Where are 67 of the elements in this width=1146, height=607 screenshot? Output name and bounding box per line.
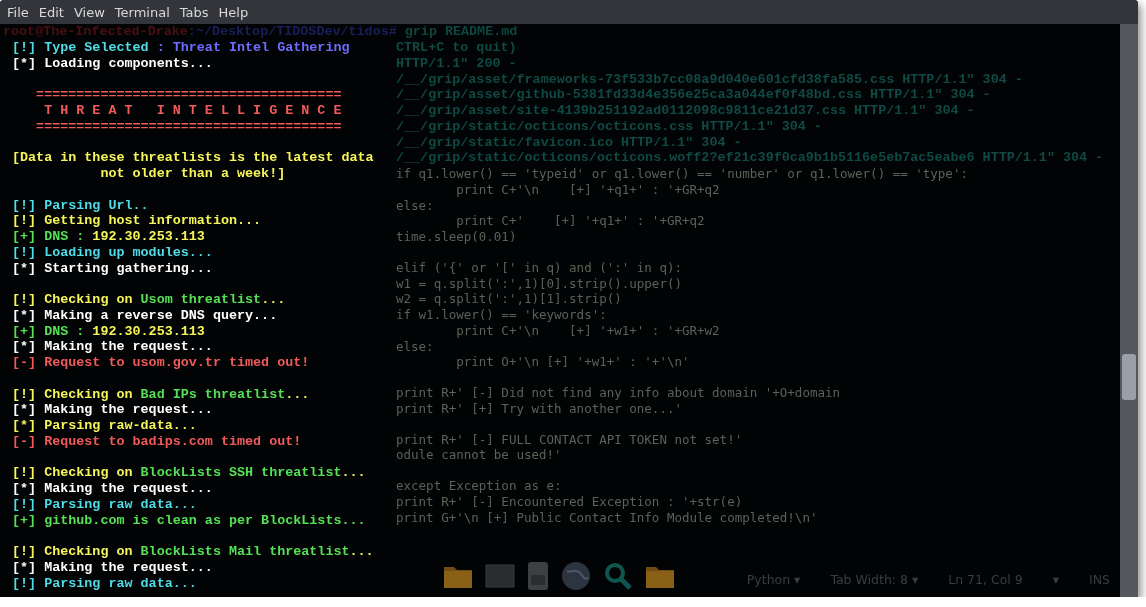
terminal-line: [+] DNS : 192.30.253.113 bbox=[12, 229, 206, 245]
terminal-line: [+] DNS : 192.30.253.113 bbox=[12, 323, 206, 340]
terminal-line: [-] Request to badips.com timed out! bbox=[12, 433, 303, 450]
server-log-line: CTRL+C to quit) bbox=[396, 40, 518, 56]
code-line: else: bbox=[396, 338, 435, 355]
code-line: w2 = q.split(':',1)[1].strip() bbox=[396, 291, 623, 307]
code-line: if q1.lower() == 'typeid' or q1.lower() == 'number' or q1.lower() == 'type': bbox=[396, 166, 969, 182]
code-line: print O+'\n [+] '+w1+' : '+'\n' bbox=[455, 354, 691, 370]
terminal-line: [!] Loading up modules... bbox=[12, 244, 214, 261]
terminal-line: ====================================== bbox=[35, 87, 343, 103]
code-line: print R+' [-] FULL CONTACT API TOKEN not set!' bbox=[396, 431, 744, 448]
code-line: print C+'\n [+] '+q1+' : '+GR+q2 bbox=[455, 181, 721, 198]
scrollbar[interactable] bbox=[1120, 24, 1138, 597]
code-line: time.sleep(0.01) bbox=[396, 229, 518, 245]
menu-item[interactable]: View bbox=[68, 4, 110, 20]
terminal-line: [*] Making the request... bbox=[12, 559, 214, 576]
terminal-line: [*] Making the request... bbox=[12, 339, 214, 355]
terminal-line: [*] Making the request... bbox=[12, 481, 214, 497]
file-cabinet-icon[interactable] bbox=[527, 561, 549, 591]
terminal-line: [*] Making the request... bbox=[12, 402, 214, 418]
menu-item[interactable]: Terminal bbox=[109, 4, 175, 20]
terminal-line: [!] Checking on Bad IPs threatlist... bbox=[12, 386, 311, 403]
server-log-line: /__/grip/asset/site-4139b251192ad0112098c9811ce21d37.css HTTP/1.1" 304 - bbox=[396, 103, 976, 119]
search-icon[interactable] bbox=[603, 561, 633, 591]
code-line: print R+' [-] Encountered Exception : '+str(e) bbox=[396, 493, 744, 510]
code-line: print R+' [-] Did not find any info about domain '+O+domain bbox=[396, 385, 841, 401]
server-log-line: /__/grip/asset/github-5381fd33d4e356e25ca3a044ef0f48bd.css HTTP/1.1" 304 - bbox=[396, 87, 992, 103]
menu-item[interactable]: Help bbox=[213, 4, 254, 20]
terminal-line: [!] Checking on Usom threatlist... bbox=[12, 292, 287, 308]
terminal-line: [!] Parsing raw data... bbox=[12, 575, 198, 592]
menu-item[interactable]: File bbox=[2, 4, 34, 20]
terminal-line: ====================================== bbox=[35, 118, 343, 135]
code-line: print R+' [+] Try with another one...' bbox=[396, 400, 683, 417]
terminal-line: [!] Checking on BlockLists SSH threatlist... bbox=[12, 465, 367, 481]
server-log-line: /__/grip/static/octicons/octicons.css HTTP/1.1" 304 - bbox=[396, 118, 823, 135]
terminal-line: not older than a week!] bbox=[99, 166, 287, 182]
code-line: odule cannot be used!' bbox=[396, 447, 563, 463]
menu-item[interactable]: Tabs bbox=[174, 4, 214, 20]
terminal-line: [!] Parsing raw data... bbox=[12, 496, 198, 513]
code-line: print C+' [+] '+q1+' : '+GR+q2 bbox=[455, 213, 706, 229]
terminal-line: [Data in these threatlists is the latest data bbox=[12, 150, 375, 166]
server-log-line: /__/grip/static/octicons/octicons.woff2?ef21c39f0ca9b1b5116e5eb7ac5eabe6 HTTP/1.1" 304 - bbox=[396, 150, 1105, 166]
terminal-line: [!] Type Selected : Threat Intel Gathering bbox=[12, 40, 351, 56]
terminal-line: [!] Checking on BlockLists Mail threatlist... bbox=[12, 544, 375, 560]
globe-icon[interactable] bbox=[561, 561, 591, 591]
terminal-line: [*] Loading components... bbox=[12, 55, 214, 72]
terminal-line: [*] Making a reverse DNS query... bbox=[12, 307, 279, 324]
code-line: if w1.lower() == 'keywords': bbox=[396, 307, 608, 323]
code-line: print C+'\n [+] '+w1+' : '+GR+w2 bbox=[455, 322, 721, 339]
terminal-line: [+] github.com is clean as per BlockLists... bbox=[12, 512, 367, 529]
shell-prompt: root@The-Infected-Drake:~/Desktop/TIDOSDev/tidos# grip README.md bbox=[3, 24, 519, 40]
code-line: except Exception as e: bbox=[396, 478, 563, 494]
code-line: w1 = q.split(':',1)[0].strip().upper() bbox=[396, 275, 683, 292]
terminal-icon[interactable] bbox=[485, 563, 515, 589]
terminal-line: [-] Request to usom.gov.tr timed out! bbox=[12, 355, 311, 371]
code-line: print G+'\n [+] Public Contact Info Module completed!\n' bbox=[396, 509, 819, 526]
server-log-line: /__/grip/asset/frameworks-73f533b7cc08a9d040e601cfd38fa585.css HTTP/1.1" 304 - bbox=[396, 71, 1024, 88]
terminal-line: [*] Parsing raw-data... bbox=[12, 418, 198, 434]
terminal-line: T H R E A T I N T E L L I G E N C E bbox=[43, 103, 343, 119]
code-line: elif ('{' or '[' in q) and (':' in q): bbox=[396, 259, 683, 276]
server-log-line: /__/grip/static/favicon.ico HTTP/1.1" 304 - bbox=[396, 134, 743, 151]
code-line: else: bbox=[396, 197, 435, 214]
menu-item[interactable]: Edit bbox=[33, 4, 69, 20]
terminal-line: [*] Starting gathering... bbox=[12, 260, 214, 277]
terminal-line: [!] Parsing Url.. bbox=[12, 197, 150, 214]
server-log-line: HTTP/1.1" 200 - bbox=[396, 55, 518, 72]
terminal-line: [!] Getting host information... bbox=[12, 213, 263, 229]
